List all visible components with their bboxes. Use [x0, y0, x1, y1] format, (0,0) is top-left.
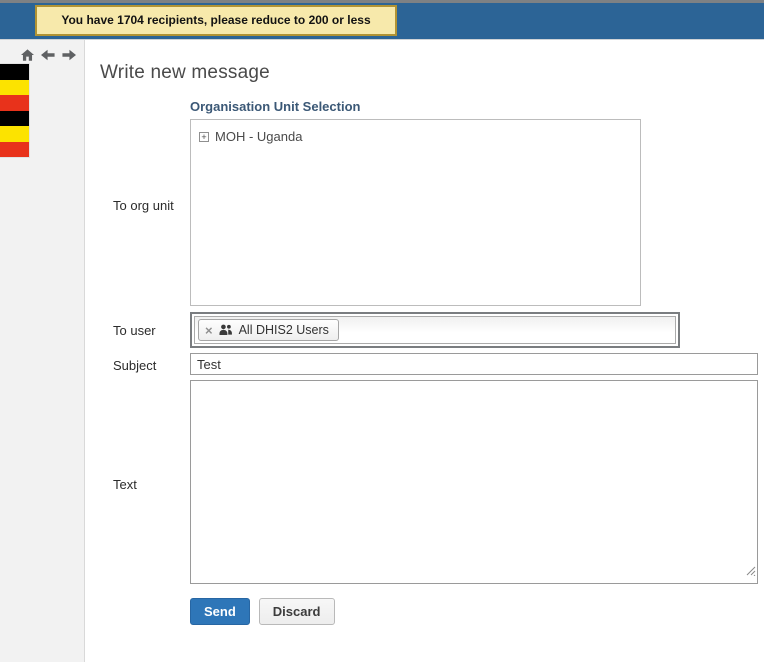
flag-stripe	[0, 80, 29, 96]
sidebar-nav	[0, 40, 84, 61]
org-unit-tree[interactable]: + MOH - Uganda	[190, 119, 641, 306]
page-body: Write new message Organisation Unit Sele…	[0, 40, 764, 662]
resize-handle-icon[interactable]	[746, 563, 756, 581]
form-actions: Send Discard	[190, 598, 764, 625]
text-row: Text	[85, 380, 764, 584]
user-chip-label: All DHIS2 Users	[239, 323, 329, 337]
tree-node-moh-uganda[interactable]: + MOH - Uganda	[199, 129, 634, 144]
flag-stripe	[0, 64, 29, 80]
users-group-icon	[219, 324, 233, 336]
flag-stripe	[0, 126, 29, 142]
to-org-unit-label: To org unit	[85, 119, 190, 306]
text-label: Text	[85, 380, 190, 584]
to-user-label: To user	[85, 312, 190, 348]
back-arrow-icon[interactable]	[41, 49, 55, 61]
to-user-input-area[interactable]: × All DHIS2 Users	[194, 316, 676, 344]
flag-stripe	[0, 142, 29, 158]
uganda-flag	[0, 63, 30, 158]
org-unit-row: To org unit + MOH - Uganda	[85, 119, 764, 306]
flag-stripe	[0, 95, 29, 111]
chip-remove-icon[interactable]: ×	[205, 324, 213, 337]
forward-arrow-icon[interactable]	[62, 49, 76, 61]
org-unit-header-row: Organisation Unit Selection	[85, 99, 764, 119]
org-unit-selection-header: Organisation Unit Selection	[190, 99, 360, 114]
user-chip: × All DHIS2 Users	[198, 319, 339, 341]
subject-label: Subject	[85, 353, 190, 375]
main-content: Write new message Organisation Unit Sele…	[85, 40, 764, 662]
recipients-alert: You have 1704 recipients, please reduce …	[35, 5, 397, 36]
message-form: Organisation Unit Selection To org unit …	[85, 99, 764, 625]
to-user-row: To user ×	[85, 312, 764, 348]
to-user-widget: × All DHIS2 Users	[190, 312, 680, 348]
subject-input[interactable]	[190, 353, 758, 375]
page-title: Write new message	[100, 62, 764, 84]
sidebar	[0, 40, 85, 662]
message-text-area[interactable]	[190, 380, 758, 584]
home-icon[interactable]	[21, 49, 34, 61]
subject-row: Subject	[85, 353, 764, 375]
recipients-alert-text: You have 1704 recipients, please reduce …	[61, 13, 370, 27]
tree-node-label[interactable]: MOH - Uganda	[215, 129, 302, 144]
discard-button[interactable]: Discard	[259, 598, 335, 625]
top-bar: You have 1704 recipients, please reduce …	[0, 0, 764, 40]
send-button[interactable]: Send	[190, 598, 250, 625]
tree-expand-icon[interactable]: +	[199, 132, 209, 142]
flag-stripe	[0, 111, 29, 127]
